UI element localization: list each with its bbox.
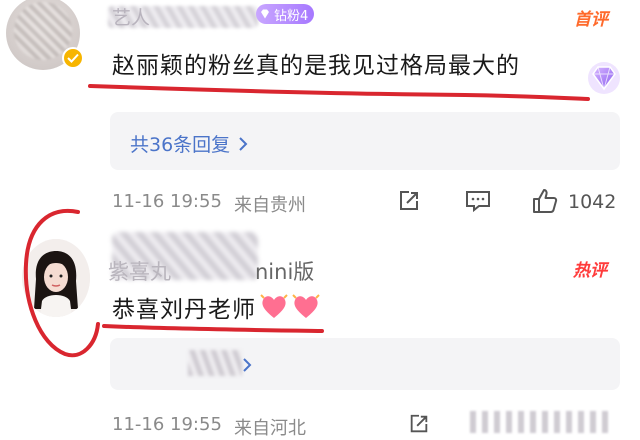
comment-icon [466, 191, 490, 213]
like-icon [533, 189, 558, 213]
username-suffix: nini版 [255, 260, 315, 284]
fan-badge-label: 钻粉4 [274, 8, 309, 24]
chevron-right-icon[interactable] [242, 357, 252, 373]
hot-comment-tag: 热评 [573, 261, 607, 281]
comment-location: 来自贵州 [234, 195, 306, 216]
share-button[interactable] [408, 413, 430, 435]
comment-time: 11-16 19:55 [112, 191, 222, 212]
fan-badge[interactable]: 钻粉4 [256, 4, 315, 24]
red-underline-annotation [88, 84, 590, 101]
comment-button[interactable] [465, 189, 491, 213]
first-comment-tag: 首评 [574, 10, 608, 30]
like-count: 1042 [568, 191, 617, 213]
heart-emoji-icon [260, 294, 288, 318]
chevron-right-icon [239, 136, 248, 151]
like-button[interactable] [531, 187, 559, 215]
view-replies-link[interactable]: 共36条回复 [130, 130, 248, 157]
view-replies-label: 共36条回复 [130, 134, 231, 156]
username-prefix: 紫喜丸 [108, 260, 171, 284]
red-circle-annotation [23, 208, 100, 358]
verified-icon [62, 47, 84, 69]
comment-text: 赵丽颖的粉丝真的是我见过格局最大的 [112, 53, 520, 79]
heart-emoji-icon [292, 294, 320, 318]
comment-time: 11-16 19:55 [112, 414, 222, 435]
reply-preview-blurred [470, 411, 610, 433]
reply-box[interactable] [110, 338, 620, 390]
share-icon [410, 414, 428, 433]
red-underline-annotation [102, 324, 324, 333]
share-icon [400, 191, 418, 210]
reply-preview-blurred [188, 350, 242, 376]
username[interactable]: 艺人 [112, 3, 150, 30]
share-button[interactable] [397, 189, 421, 213]
username[interactable]: 紫喜丸 nini版 [108, 256, 314, 286]
comment-location: 来自河北 [234, 418, 306, 439]
gem-icon [261, 9, 269, 19]
